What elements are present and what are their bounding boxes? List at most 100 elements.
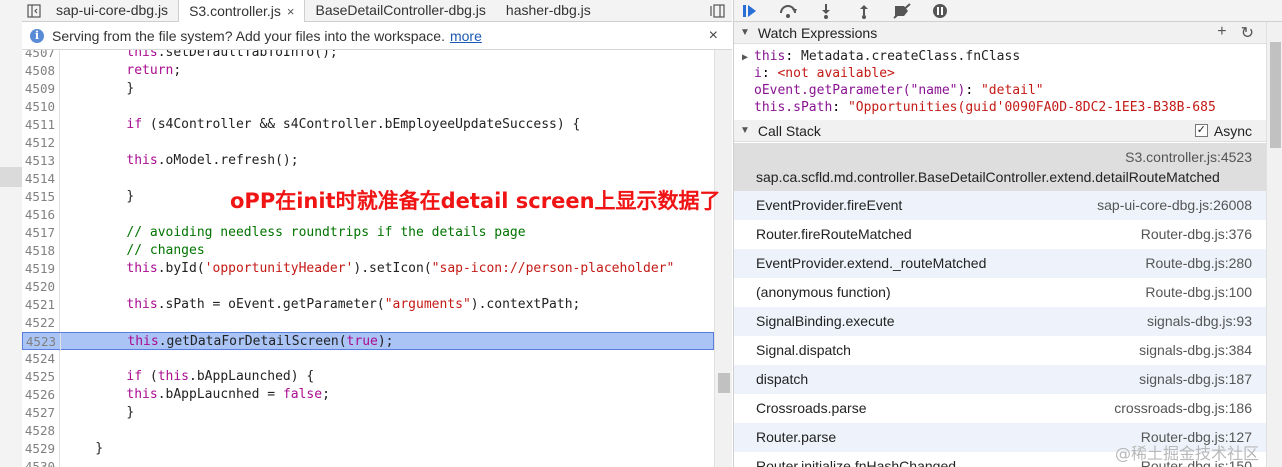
async-toggle[interactable]: ✓ Async [1194, 123, 1252, 139]
line-number[interactable]: 4519 [22, 260, 60, 278]
code-line[interactable]: 4509} [22, 80, 714, 98]
code-line[interactable]: 4512 [22, 134, 714, 152]
call-stack-header[interactable]: ▼ Call Stack ✓ Async [734, 120, 1266, 142]
call-frame[interactable]: Router.fireRouteMatched Router-dbg.js:376 [734, 220, 1266, 249]
frame-location[interactable]: Route-dbg.js:100 [1145, 284, 1252, 300]
line-number[interactable]: 4526 [22, 386, 60, 404]
code-line[interactable]: 4520 [22, 278, 714, 296]
line-number[interactable]: 4524 [22, 350, 60, 368]
line-number[interactable]: 4512 [22, 134, 60, 152]
code-line[interactable]: 4525 if (this.bAppLaunched) { [22, 368, 714, 386]
info-icon: i [30, 28, 44, 43]
watch-expression[interactable]: i: <not available> [754, 65, 895, 82]
frame-location[interactable]: crossroads-dbg.js:186 [1114, 400, 1252, 416]
call-frame[interactable]: EventProvider.fireEvent sap-ui-core-dbg.j… [734, 191, 1266, 220]
code-line[interactable]: 4528 [22, 422, 714, 440]
scrollbar-thumb[interactable] [718, 373, 730, 393]
line-number[interactable]: 4527 [22, 404, 60, 422]
frame-location[interactable]: S3.controller.js:4523 [1125, 149, 1252, 165]
line-number[interactable]: 4513 [22, 152, 60, 170]
code-line[interactable]: 4507 this.setDefaultTabToInfo(); [22, 50, 714, 62]
scrollbar-thumb[interactable] [1270, 42, 1281, 148]
pause-on-exceptions-icon[interactable] [930, 2, 950, 20]
watch-expression[interactable]: ▶ this: Metadata.createClass.fnClass [742, 48, 1020, 65]
line-number[interactable]: 4525 [22, 368, 60, 386]
call-frame-selected[interactable]: sap.ca.scfld.md.controller.BaseDetailCon… [734, 143, 1266, 191]
code-line-paused[interactable]: 4523 this.getDataForDetailScreen(true); [22, 332, 714, 351]
code-line[interactable]: 4522 [22, 314, 714, 332]
frame-location[interactable]: Router-dbg.js:376 [1141, 226, 1252, 242]
expand-triangle-icon[interactable]: ▶ [742, 52, 754, 63]
tab-s3-controller[interactable]: S3.controller.js × [178, 0, 306, 22]
tab-base-detail-controller[interactable]: BaseDetailController-dbg.js [305, 0, 495, 21]
code-line[interactable]: 4529} [22, 440, 714, 458]
watch-expression[interactable]: this.sPath: "Opportunities(guid'0090FA0D… [754, 99, 1216, 116]
line-number[interactable]: 4520 [22, 278, 60, 296]
debugger-scrollbar[interactable] [1266, 22, 1282, 467]
code-line[interactable]: 4524 [22, 350, 714, 368]
code-line[interactable]: 4518 // changes [22, 242, 714, 260]
step-out-icon[interactable] [854, 2, 874, 20]
editor-scrollbar[interactable] [714, 50, 732, 467]
frame-location[interactable]: signals-dbg.js:384 [1139, 342, 1252, 358]
line-number[interactable]: 4509 [22, 80, 60, 98]
watch-separator: : [965, 83, 981, 98]
call-frame[interactable]: SignalBinding.execute signals-dbg.js:93 [734, 307, 1266, 336]
code-text: if (this.bAppLaunched) { [126, 369, 315, 384]
line-number[interactable]: 4529 [22, 440, 60, 458]
tab-hasher[interactable]: hasher-dbg.js [496, 0, 601, 21]
code-line[interactable]: 4510 [22, 98, 714, 116]
line-number[interactable]: 4523 [23, 333, 61, 351]
debugger-toolbar [734, 0, 1282, 22]
line-number[interactable]: 4508 [22, 62, 60, 80]
line-number[interactable]: 4514 [22, 170, 60, 188]
close-icon[interactable]: × [709, 27, 718, 45]
add-expression-icon[interactable]: + [1217, 23, 1226, 43]
code-line[interactable]: 4530 [22, 458, 714, 467]
line-number[interactable]: 4516 [22, 206, 60, 224]
async-checkbox[interactable]: ✓ [1194, 124, 1208, 137]
infobar-more-link[interactable]: more [450, 28, 482, 44]
code-line[interactable]: 4521 this.sPath = oEvent.getParameter("ar… [22, 296, 714, 314]
code-line[interactable]: 4527} [22, 404, 714, 422]
toggle-navigator-icon[interactable] [22, 0, 46, 21]
code-editor[interactable]: 4507 this.setDefaultTabToInfo(); 4508 retur… [22, 50, 714, 467]
line-number[interactable]: 4522 [22, 314, 60, 332]
code-line[interactable]: 4517 // avoiding needless roundtrips if t… [22, 224, 714, 242]
deactivate-breakpoints-icon[interactable] [892, 2, 912, 20]
toggle-debugger-icon[interactable] [702, 0, 732, 21]
line-number[interactable]: 4507 [22, 50, 60, 62]
line-number[interactable]: 4517 [22, 224, 60, 242]
step-into-icon[interactable] [816, 2, 836, 20]
resume-icon[interactable] [740, 2, 760, 20]
frame-function: EventProvider.extend._routeMatched [756, 255, 987, 271]
line-number[interactable]: 4530 [22, 458, 60, 467]
refresh-icon[interactable]: ↻ [1241, 23, 1254, 43]
line-number[interactable]: 4528 [22, 422, 60, 440]
frame-location[interactable]: signals-dbg.js:93 [1147, 313, 1252, 329]
tab-sap-ui-core[interactable]: sap-ui-core-dbg.js [46, 0, 178, 21]
close-tab-icon[interactable]: × [287, 1, 295, 22]
code-line[interactable]: 4511 if (s4Controller && s4Controller.bEm… [22, 116, 714, 134]
watch-expression[interactable]: oEvent.getParameter("name"): "detail" [754, 82, 1044, 99]
call-frame[interactable]: EventProvider.extend._routeMatched Route-… [734, 249, 1266, 278]
line-number[interactable]: 4515 [22, 188, 60, 206]
line-number[interactable]: 4511 [22, 116, 60, 134]
frame-location[interactable]: sap-ui-core-dbg.js:26008 [1097, 197, 1252, 213]
tab-label: BaseDetailController-dbg.js [315, 2, 486, 18]
code-line[interactable]: 4526 this.bAppLaucnhed = false; [22, 386, 714, 404]
line-number[interactable]: 4518 [22, 242, 60, 260]
call-frame[interactable]: dispatch signals-dbg.js:187 [734, 365, 1266, 394]
frame-location[interactable]: signals-dbg.js:187 [1139, 371, 1252, 387]
code-line[interactable]: 4519 this.byId('opportunityHeader').setIc… [22, 260, 714, 278]
call-frame[interactable]: Signal.dispatch signals-dbg.js:384 [734, 336, 1266, 365]
line-number[interactable]: 4510 [22, 98, 60, 116]
frame-location[interactable]: Route-dbg.js:280 [1145, 255, 1252, 271]
line-number[interactable]: 4521 [22, 296, 60, 314]
call-frame[interactable]: (anonymous function) Route-dbg.js:100 [734, 278, 1266, 307]
step-over-icon[interactable] [778, 2, 798, 20]
code-line[interactable]: 4508 return; [22, 62, 714, 80]
call-frame[interactable]: Crossroads.parse crossroads-dbg.js:186 [734, 394, 1266, 423]
watch-expressions-header[interactable]: ▼ Watch Expressions + ↻ [734, 22, 1266, 44]
code-line[interactable]: 4513 this.oModel.refresh(); [22, 152, 714, 170]
